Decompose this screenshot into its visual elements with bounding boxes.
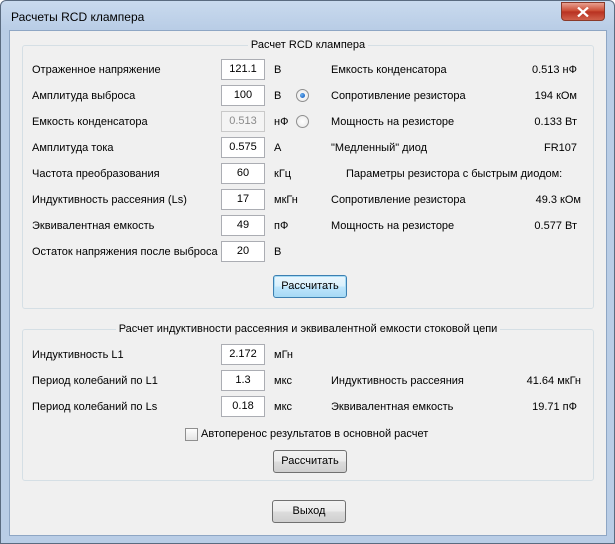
equivalent-capacitance-unit: пФ bbox=[274, 220, 289, 232]
result-resistance-label: Сопротивление резистора bbox=[331, 90, 466, 102]
slow-diode-label: "Медленный" диод bbox=[331, 142, 428, 154]
equiv-cap-result-label: Эквивалентная емкость bbox=[331, 401, 454, 413]
residual-voltage-unit: В bbox=[274, 246, 282, 258]
leakage-result-label: Индуктивность рассеяния bbox=[331, 375, 464, 387]
reflected-voltage-input[interactable]: 121.1 bbox=[221, 59, 265, 80]
capacitor-capacitance-unit: нФ bbox=[274, 116, 289, 128]
result-power-label: Мощность на резисторе bbox=[331, 116, 455, 128]
equivalent-capacitance-label: Эквивалентная емкость bbox=[32, 220, 155, 232]
leakage-calc-group: Расчет индуктивности рассеяния и эквивал… bbox=[22, 323, 594, 481]
equivalent-capacitance-input[interactable]: 49 bbox=[221, 215, 265, 236]
close-icon bbox=[577, 7, 589, 17]
rcd-calculate-button[interactable]: Рассчитать bbox=[273, 275, 347, 298]
dialog-client-area: Расчет RCD клампера Отраженное напряжени… bbox=[9, 30, 607, 536]
current-amplitude-label: Амплитуда тока bbox=[32, 142, 114, 154]
capacitor-capacitance-input[interactable]: 0.513 bbox=[221, 111, 265, 132]
result-capacitance-label: Емкость конденсатора bbox=[331, 64, 447, 76]
leakage-inductance-label: Индуктивность рассеяния (Ls) bbox=[32, 194, 187, 206]
fast-power-value: 0.577 Вт bbox=[534, 220, 577, 232]
reflected-voltage-label: Отраженное напряжение bbox=[32, 64, 161, 76]
result-resistance-value: 194 кОм bbox=[534, 90, 577, 102]
fast-power-label: Мощность на резисторе bbox=[331, 220, 455, 232]
fast-diode-header: Параметры резистора с быстрым диодом: bbox=[346, 168, 563, 180]
rcd-group-title: Расчет RCD клампера bbox=[247, 39, 369, 51]
reflected-voltage-unit: В bbox=[274, 64, 282, 76]
exit-button[interactable]: Выход bbox=[272, 500, 346, 523]
switching-frequency-input[interactable]: 60 bbox=[221, 163, 265, 184]
spike-amplitude-radio[interactable] bbox=[296, 89, 309, 102]
fast-resistance-label: Сопротивление резистора bbox=[331, 194, 466, 206]
autotransfer-label[interactable]: Автоперенос результатов в основной расче… bbox=[201, 427, 428, 441]
result-power-value: 0.133 Вт bbox=[534, 116, 577, 128]
l1-period-unit: мкс bbox=[274, 375, 292, 387]
ls-period-unit: мкс bbox=[274, 401, 292, 413]
capacitor-capacitance-label: Емкость конденсатора bbox=[32, 116, 148, 128]
ls-period-label: Период колебаний по Ls bbox=[32, 401, 158, 413]
fast-resistance-value: 49.3 кОм bbox=[535, 194, 581, 206]
window-title: Расчеты RCD клампера bbox=[11, 10, 145, 24]
autotransfer-checkbox[interactable] bbox=[185, 428, 198, 441]
equiv-cap-result-value: 19.71 пФ bbox=[532, 401, 577, 413]
leakage-group-title: Расчет индуктивности рассеяния и эквивал… bbox=[115, 323, 501, 335]
leakage-inductance-input[interactable]: 17 bbox=[221, 189, 265, 210]
leakage-result-value: 41.64 мкГн bbox=[526, 375, 581, 387]
current-amplitude-unit: А bbox=[274, 142, 282, 154]
leakage-inductance-unit: мкГн bbox=[274, 194, 298, 206]
spike-amplitude-unit: В bbox=[274, 90, 282, 102]
ls-period-input[interactable]: 0.18 bbox=[221, 396, 265, 417]
slow-diode-value: FR107 bbox=[543, 142, 577, 154]
l1-period-input[interactable]: 1.3 bbox=[221, 370, 265, 391]
l1-inductance-input[interactable]: 2.172 bbox=[221, 344, 265, 365]
l1-inductance-unit: мГн bbox=[274, 349, 293, 361]
residual-voltage-input[interactable]: 20 bbox=[221, 241, 265, 262]
switching-frequency-unit: кГц bbox=[274, 168, 292, 180]
capacitor-capacitance-radio[interactable] bbox=[296, 115, 309, 128]
result-capacitance-value: 0.513 нФ bbox=[531, 64, 577, 76]
spike-amplitude-label: Амплитуда выброса bbox=[32, 90, 136, 102]
title-bar[interactable]: Расчеты RCD клампера bbox=[1, 1, 614, 31]
rcd-calc-group: Расчет RCD клампера Отраженное напряжени… bbox=[22, 39, 594, 309]
dialog-window: Расчеты RCD клампера Расчет RCD клампера… bbox=[0, 0, 615, 544]
close-button[interactable] bbox=[561, 2, 605, 21]
current-amplitude-input[interactable]: 0.575 bbox=[221, 137, 265, 158]
leakage-calculate-button[interactable]: Рассчитать bbox=[273, 450, 347, 473]
l1-period-label: Период колебаний по L1 bbox=[32, 375, 158, 387]
spike-amplitude-input[interactable]: 100 bbox=[221, 85, 265, 106]
l1-inductance-label: Индуктивность L1 bbox=[32, 349, 124, 361]
switching-frequency-label: Частота преобразования bbox=[32, 168, 160, 180]
residual-voltage-label: Остаток напряжения после выброса bbox=[32, 246, 218, 258]
